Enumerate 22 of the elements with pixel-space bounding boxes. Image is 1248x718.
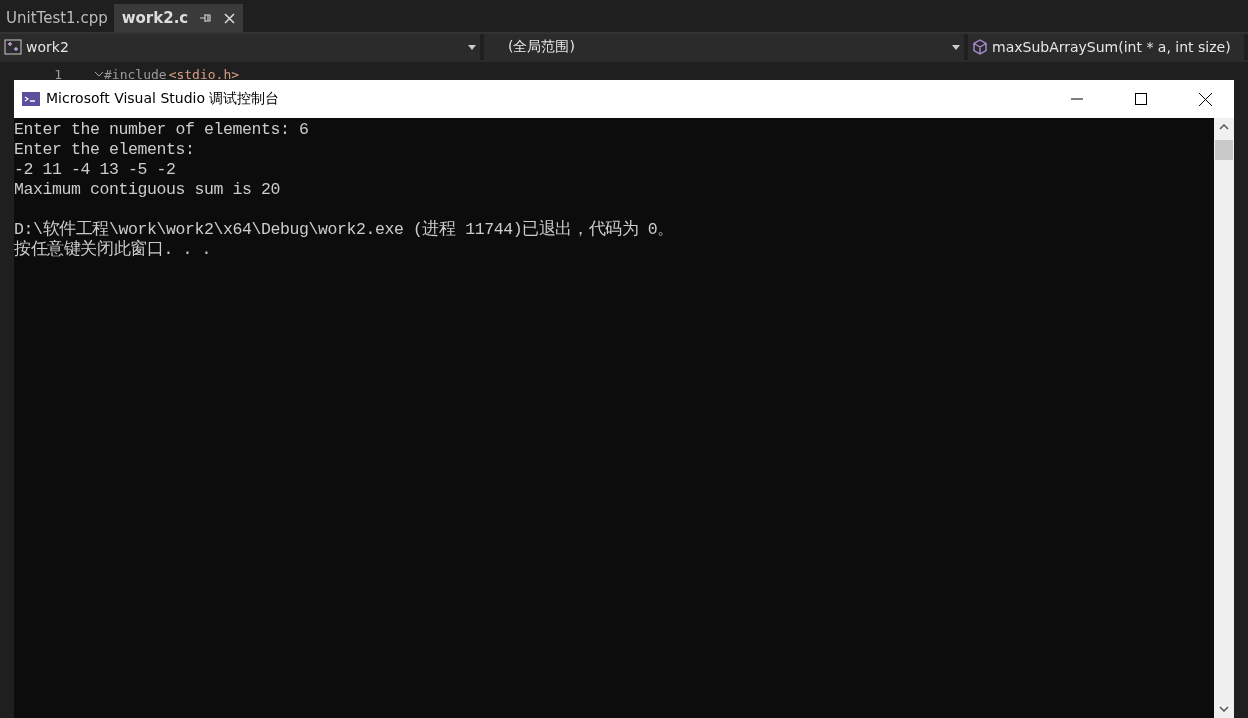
cube-icon	[972, 39, 988, 55]
dropdown-caret-icon[interactable]	[468, 44, 476, 50]
scrollbar-thumb[interactable]	[1215, 140, 1233, 160]
console-output-line: Enter the number of elements: 6	[14, 120, 310, 140]
close-icon[interactable]	[224, 12, 236, 24]
file-tab[interactable]: work2.c	[113, 4, 244, 32]
console-output-line: Enter the elements:	[14, 140, 196, 160]
close-icon	[1198, 92, 1212, 106]
console-output-line: Maximum contiguous sum is 20	[14, 180, 282, 200]
console-output-line: 按任意键关闭此窗口. . .	[14, 240, 212, 260]
collapse-chevron-icon[interactable]	[94, 71, 104, 77]
maximize-icon	[1135, 93, 1147, 105]
line-number: 1	[53, 66, 63, 82]
pin-icon[interactable]	[200, 13, 213, 23]
window-title: Microsoft Visual Studio 调试控制台	[46, 90, 281, 108]
code-directive: #include	[104, 66, 167, 82]
dropdown-caret-icon[interactable]	[952, 44, 960, 50]
code-header-name: <stdio.h>	[168, 66, 240, 82]
project-icon	[4, 39, 22, 55]
console-output-line: -2 11 -4 13 -5 -2	[14, 160, 177, 180]
console-app-icon	[22, 92, 40, 106]
console-output-line: D:\软件工程\work\work2\x64\Debug\work2.exe (进程 11744)已退出，代码为 0。	[14, 220, 675, 239]
